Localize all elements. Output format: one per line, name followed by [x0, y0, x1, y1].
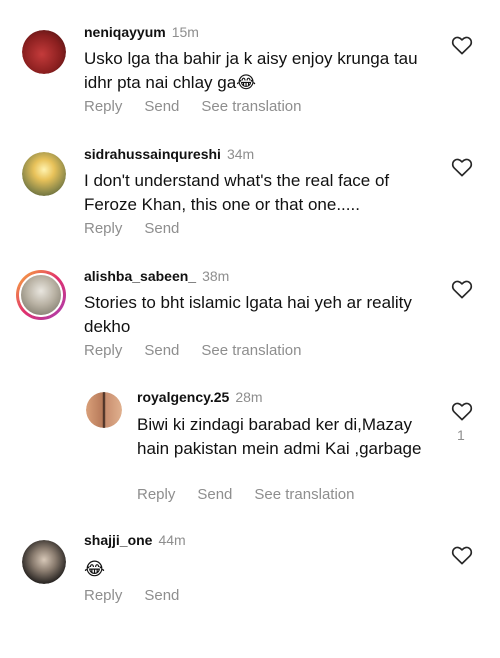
comment-text: Usko lga tha bahir ja k aisy enjoy krung…: [84, 49, 418, 92]
avatar[interactable]: [22, 152, 66, 196]
reply-button[interactable]: Reply: [84, 98, 122, 115]
timestamp: 34m: [226, 146, 255, 162]
timestamp: 44m: [158, 532, 186, 548]
comment-meta: neniqayyum 15m: [84, 24, 199, 40]
heart-outline-icon[interactable]: [451, 401, 473, 421]
see-translation-button[interactable]: See translation: [201, 342, 301, 359]
comment-text: Biwi ki zindagi barabad ker di,Mazay hai…: [137, 415, 422, 458]
comment-meta: sidrahussainqureshi 34m: [84, 146, 254, 162]
comment-text: I don't understand what's the real face …: [84, 171, 390, 214]
send-button[interactable]: Send: [144, 342, 179, 359]
heart-outline-icon[interactable]: [451, 157, 473, 177]
send-button[interactable]: Send: [144, 220, 179, 237]
username[interactable]: alishba_sabeen_: [84, 268, 196, 284]
like-count: 1: [457, 427, 465, 443]
comment-actions: Reply Send See translation: [137, 486, 376, 503]
avatar[interactable]: [22, 540, 66, 584]
comment-actions: Reply Send See translation: [84, 342, 323, 359]
see-translation-button[interactable]: See translation: [254, 486, 354, 503]
username[interactable]: sidrahussainqureshi: [84, 146, 221, 162]
comment-meta: alishba_sabeen_ 38m: [84, 268, 229, 284]
avatar[interactable]: [16, 270, 66, 320]
comment-actions: Reply Send: [84, 587, 201, 604]
username[interactable]: shajji_one: [84, 532, 152, 548]
reply-button[interactable]: Reply: [137, 486, 175, 503]
comment-meta: shajji_one 44m: [84, 532, 186, 548]
heart-outline-icon[interactable]: [451, 35, 473, 55]
username[interactable]: neniqayyum: [84, 24, 166, 40]
avatar[interactable]: [22, 30, 66, 74]
reply-button[interactable]: Reply: [84, 587, 122, 604]
see-translation-button[interactable]: See translation: [201, 98, 301, 115]
username[interactable]: royalgency.25: [137, 389, 229, 405]
timestamp: 15m: [171, 24, 199, 40]
heart-outline-icon[interactable]: [451, 279, 473, 299]
send-button[interactable]: Send: [144, 587, 179, 604]
reply-button[interactable]: Reply: [84, 220, 122, 237]
send-button[interactable]: Send: [144, 98, 179, 115]
send-button[interactable]: Send: [197, 486, 232, 503]
comment-actions: Reply Send: [84, 220, 201, 237]
reply-button[interactable]: Reply: [84, 342, 122, 359]
comment-text: Stories to bht islamic lgata hai yeh ar …: [84, 293, 412, 336]
comment-actions: Reply Send See translation: [84, 98, 323, 115]
timestamp: 38m: [202, 268, 230, 284]
comment-meta: royalgency.25 28m: [137, 389, 263, 405]
heart-outline-icon[interactable]: [451, 545, 473, 565]
timestamp: 28m: [235, 389, 263, 405]
avatar[interactable]: [86, 392, 122, 428]
comment-text: 😂: [84, 559, 106, 579]
